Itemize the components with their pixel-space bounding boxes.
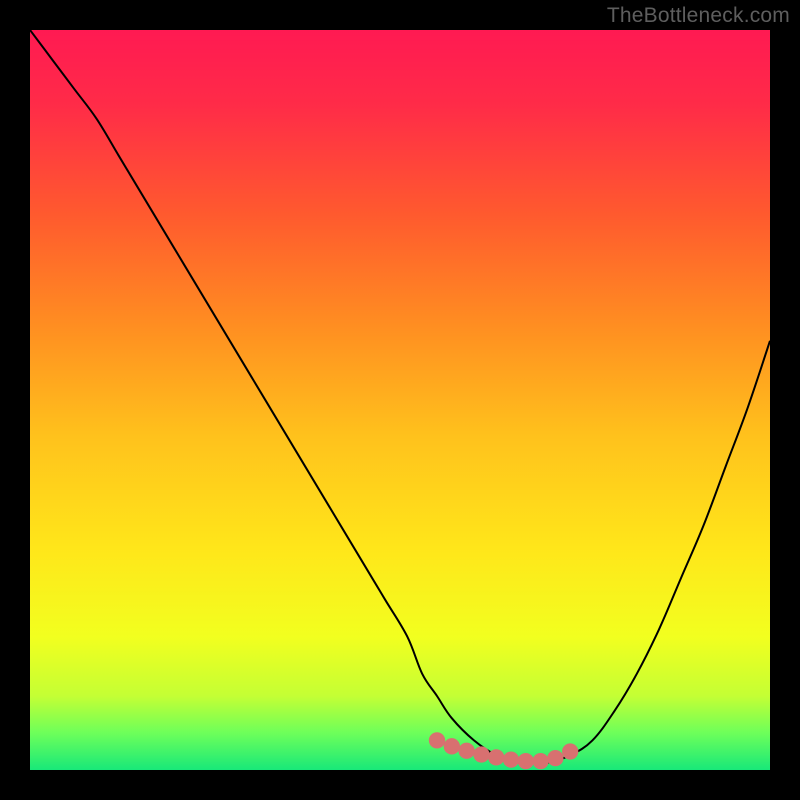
marker-dot [562, 743, 578, 759]
marker-dot [488, 749, 504, 765]
marker-dot [444, 738, 460, 754]
watermark-text: TheBottleneck.com [607, 4, 790, 28]
sweet-spot-markers [429, 732, 578, 769]
marker-dot [518, 753, 534, 769]
marker-dot [547, 750, 563, 766]
bottleneck-curve [30, 30, 770, 770]
plot-area [30, 30, 770, 770]
curve-line [30, 30, 770, 763]
chart-stage: TheBottleneck.com [0, 0, 800, 800]
marker-dot [532, 753, 548, 769]
marker-dot [503, 752, 519, 768]
marker-dot [429, 732, 445, 748]
marker-dot [458, 743, 474, 759]
marker-dot [473, 746, 489, 762]
